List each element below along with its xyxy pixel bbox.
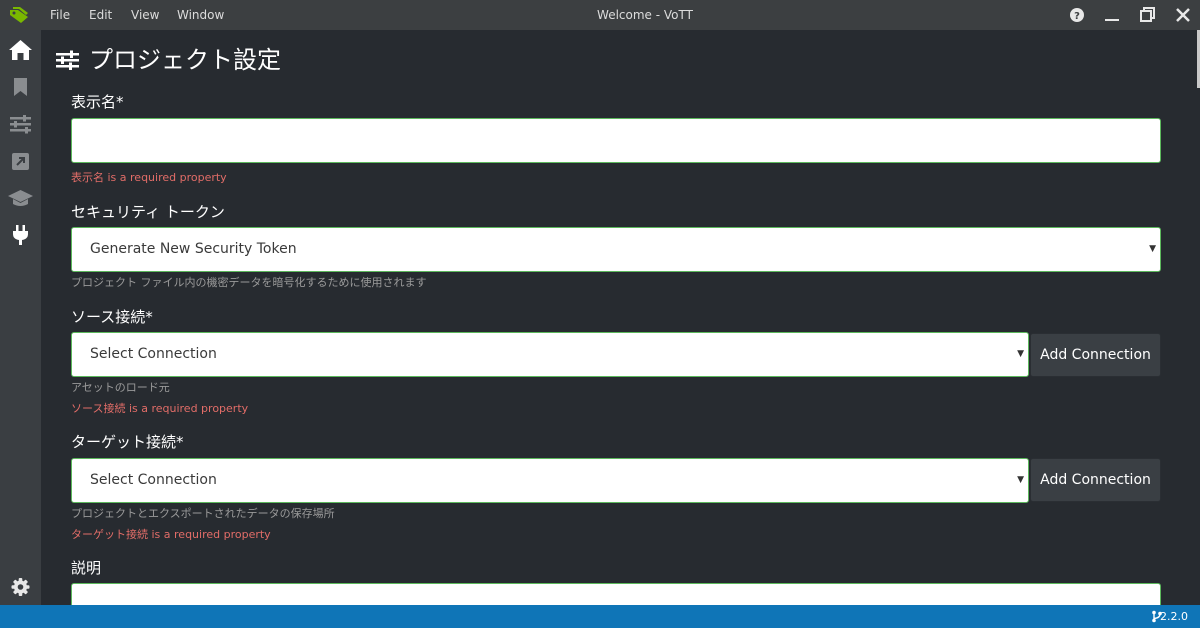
title-bar: File Edit View Window Welcome - VoTT ?	[0, 0, 1200, 30]
description-label: 説明	[71, 559, 102, 577]
chevron-down-icon: ▼	[1017, 349, 1024, 359]
sidebar-item-active-learning[interactable]	[0, 180, 41, 216]
status-bar: 2.2.0	[0, 605, 1200, 628]
graduation-cap-icon	[8, 190, 33, 206]
display-name-error: 表示名 is a required property	[71, 171, 227, 184]
bookmark-icon	[14, 78, 27, 96]
minimize-icon	[1105, 19, 1119, 21]
external-link-icon	[12, 153, 29, 170]
vott-logo-icon	[10, 7, 28, 23]
sidebar	[0, 30, 41, 605]
close-icon	[1176, 8, 1190, 22]
app-version: 2.2.0	[1160, 610, 1188, 623]
security-token-select[interactable]: Generate New Security Token ▼	[71, 227, 1161, 272]
security-token-selected: Generate New Security Token	[90, 241, 297, 257]
page-title: プロジェクト設定	[89, 46, 281, 74]
sidebar-item-bookmark[interactable]	[0, 69, 41, 105]
chevron-down-icon: ▼	[1017, 475, 1024, 485]
add-source-connection-button[interactable]: Add Connection	[1030, 333, 1161, 377]
source-connection-error: ソース接続 is a required property	[71, 402, 249, 415]
security-token-label: セキュリティ トークン	[71, 203, 225, 221]
restore-icon	[1140, 7, 1155, 22]
display-name-input[interactable]	[71, 118, 1161, 163]
menu-view[interactable]: View	[131, 0, 159, 30]
sidebar-item-export[interactable]	[0, 143, 41, 179]
target-connection-label: ターゲット接続*	[71, 433, 184, 451]
source-connection-label: ソース接続*	[71, 308, 153, 326]
svg-text:?: ?	[1074, 11, 1080, 22]
sliders-icon	[56, 50, 79, 70]
target-connection-select[interactable]: Select Connection ▼	[71, 458, 1029, 503]
menu-file[interactable]: File	[50, 0, 70, 30]
sidebar-item-app-settings[interactable]	[0, 569, 41, 605]
security-token-help: プロジェクト ファイル内の機密データを暗号化するために使用されます	[71, 276, 427, 289]
close-button[interactable]	[1166, 0, 1200, 30]
add-target-connection-button[interactable]: Add Connection	[1030, 458, 1161, 502]
description-textarea[interactable]	[71, 583, 1161, 605]
sidebar-item-settings-sliders[interactable]	[0, 106, 41, 142]
target-connection-error: ターゲット接続 is a required property	[71, 528, 271, 541]
source-connection-help: アセットのロード元	[71, 381, 170, 394]
minimize-button[interactable]	[1095, 0, 1129, 30]
sidebar-item-home[interactable]	[0, 32, 41, 68]
home-icon	[9, 40, 32, 60]
project-settings-page: プロジェクト設定 表示名* 表示名 is a required property…	[41, 30, 1197, 605]
source-connection-select[interactable]: Select Connection ▼	[71, 332, 1029, 377]
target-connection-help: プロジェクトとエクスポートされたデータの保存場所	[71, 507, 335, 520]
help-button[interactable]: ?	[1060, 0, 1094, 30]
menu-window[interactable]: Window	[177, 0, 224, 30]
help-icon: ?	[1070, 8, 1084, 22]
source-connection-selected: Select Connection	[90, 346, 217, 362]
target-connection-selected: Select Connection	[90, 472, 217, 488]
menu-edit[interactable]: Edit	[89, 0, 112, 30]
sliders-icon	[10, 115, 31, 134]
chevron-down-icon: ▼	[1149, 244, 1156, 254]
display-name-label: 表示名*	[71, 93, 124, 111]
sidebar-item-connections[interactable]	[0, 217, 41, 253]
maximize-button[interactable]	[1131, 0, 1165, 30]
gear-icon	[11, 578, 30, 596]
plug-icon	[13, 225, 28, 245]
